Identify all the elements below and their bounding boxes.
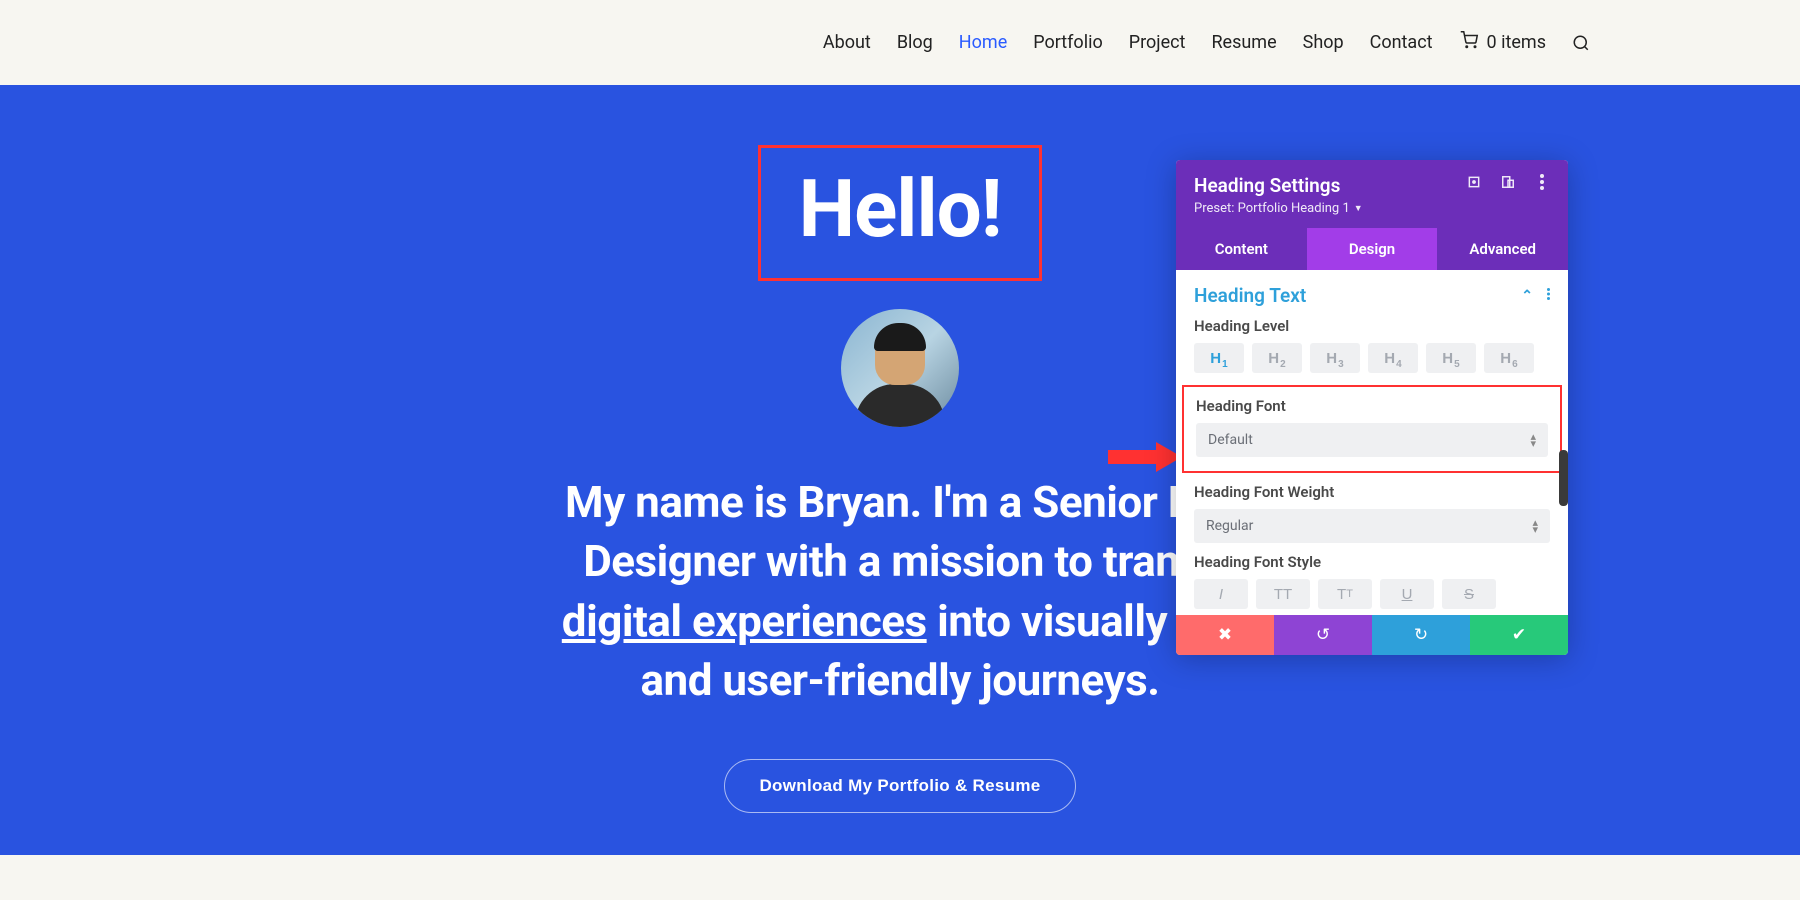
heading-font-label: Heading Font — [1196, 397, 1548, 415]
heading-font-weight-value: Regular — [1206, 518, 1253, 534]
heading-level-h1[interactable]: H1 — [1194, 343, 1244, 373]
nav-about[interactable]: About — [823, 32, 871, 53]
nav-contact[interactable]: Contact — [1370, 32, 1433, 53]
panel-header: Heading Settings Preset: Portfolio Headi… — [1176, 160, 1568, 228]
heading-font-weight-select[interactable]: Regular ▴▾ — [1194, 509, 1550, 543]
nav-blog[interactable]: Blog — [897, 32, 933, 53]
bio-text: My name is Bryan. I'm a Senior Pro Desig… — [562, 473, 1238, 711]
heading-font-weight-label: Heading Font Weight — [1194, 483, 1550, 501]
panel-body: Heading Text ⌃ Heading Level H1 H2 H3 H4… — [1176, 270, 1568, 615]
heading-font-highlight-box: Heading Font Default ▴▾ — [1182, 385, 1562, 473]
responsive-icon[interactable] — [1500, 174, 1516, 190]
style-uppercase-button[interactable]: TT — [1256, 579, 1310, 609]
panel-save-button[interactable]: ✔ — [1470, 615, 1568, 655]
panel-close-button[interactable]: ✖ — [1176, 615, 1274, 655]
style-strikethrough-button[interactable]: S — [1442, 579, 1496, 609]
cart-link[interactable]: 0 items — [1459, 31, 1546, 54]
avatar — [841, 309, 959, 427]
chevron-down-icon: ▼ — [1354, 203, 1363, 214]
hello-heading[interactable]: Hello! — [799, 162, 1002, 256]
tab-advanced[interactable]: Advanced — [1437, 228, 1568, 270]
heading-level-h3[interactable]: H3 — [1310, 343, 1360, 373]
font-style-buttons: I TT TT U S — [1194, 579, 1550, 609]
heading-level-h2[interactable]: H2 — [1252, 343, 1302, 373]
kebab-menu-icon[interactable] — [1534, 174, 1550, 190]
nav-home[interactable]: Home — [959, 32, 1007, 53]
heading-level-h6[interactable]: H6 — [1484, 343, 1534, 373]
download-portfolio-button[interactable]: Download My Portfolio & Resume — [724, 759, 1075, 813]
heading-settings-panel: Heading Settings Preset: Portfolio Headi… — [1176, 160, 1568, 655]
nav-resume[interactable]: Resume — [1211, 32, 1276, 53]
select-arrows-icon: ▴▾ — [1530, 433, 1536, 447]
heading-level-buttons: H1 H2 H3 H4 H5 H6 — [1194, 343, 1550, 373]
style-smallcaps-button[interactable]: TT — [1318, 579, 1372, 609]
panel-scrollbar-thumb[interactable] — [1559, 450, 1568, 506]
panel-undo-button[interactable]: ↺ — [1274, 615, 1372, 655]
heading-font-style-label: Heading Font Style — [1194, 553, 1550, 571]
cart-count-text: 0 items — [1487, 32, 1546, 53]
panel-title: Heading Settings — [1194, 174, 1363, 197]
panel-redo-button[interactable]: ↻ — [1372, 615, 1470, 655]
cart-icon — [1459, 31, 1479, 54]
heading-font-select[interactable]: Default ▴▾ — [1196, 423, 1548, 457]
heading-level-h5[interactable]: H5 — [1426, 343, 1476, 373]
section-heading-text[interactable]: Heading Text — [1194, 284, 1306, 307]
heading-font-value: Default — [1208, 432, 1253, 448]
select-arrows-icon: ▴▾ — [1532, 519, 1538, 533]
nav-project[interactable]: Project — [1129, 32, 1186, 53]
nav-shop[interactable]: Shop — [1303, 32, 1344, 53]
search-icon[interactable] — [1572, 34, 1590, 52]
tab-design[interactable]: Design — [1307, 228, 1438, 270]
panel-preset[interactable]: Preset: Portfolio Heading 1 ▼ — [1194, 201, 1363, 216]
hello-highlight-box: Hello! — [758, 145, 1043, 281]
panel-footer: ✖ ↺ ↻ ✔ — [1176, 615, 1568, 655]
close-icon: ✖ — [1218, 625, 1232, 645]
check-icon: ✔ — [1512, 625, 1526, 645]
redo-icon: ↻ — [1414, 625, 1428, 645]
section-kebab-icon[interactable] — [1547, 287, 1550, 305]
panel-tabs: Content Design Advanced — [1176, 228, 1568, 270]
tab-content[interactable]: Content — [1176, 228, 1307, 270]
undo-icon: ↺ — [1316, 625, 1330, 645]
collapse-chevron-icon[interactable]: ⌃ — [1521, 288, 1533, 304]
heading-level-h4[interactable]: H4 — [1368, 343, 1418, 373]
nav-portfolio[interactable]: Portfolio — [1033, 32, 1102, 53]
heading-level-label: Heading Level — [1194, 317, 1550, 335]
expand-icon[interactable] — [1466, 174, 1482, 190]
top-navigation: About Blog Home Portfolio Project Resume… — [0, 0, 1800, 85]
style-italic-button[interactable]: I — [1194, 579, 1248, 609]
style-underline-button[interactable]: U — [1380, 579, 1434, 609]
